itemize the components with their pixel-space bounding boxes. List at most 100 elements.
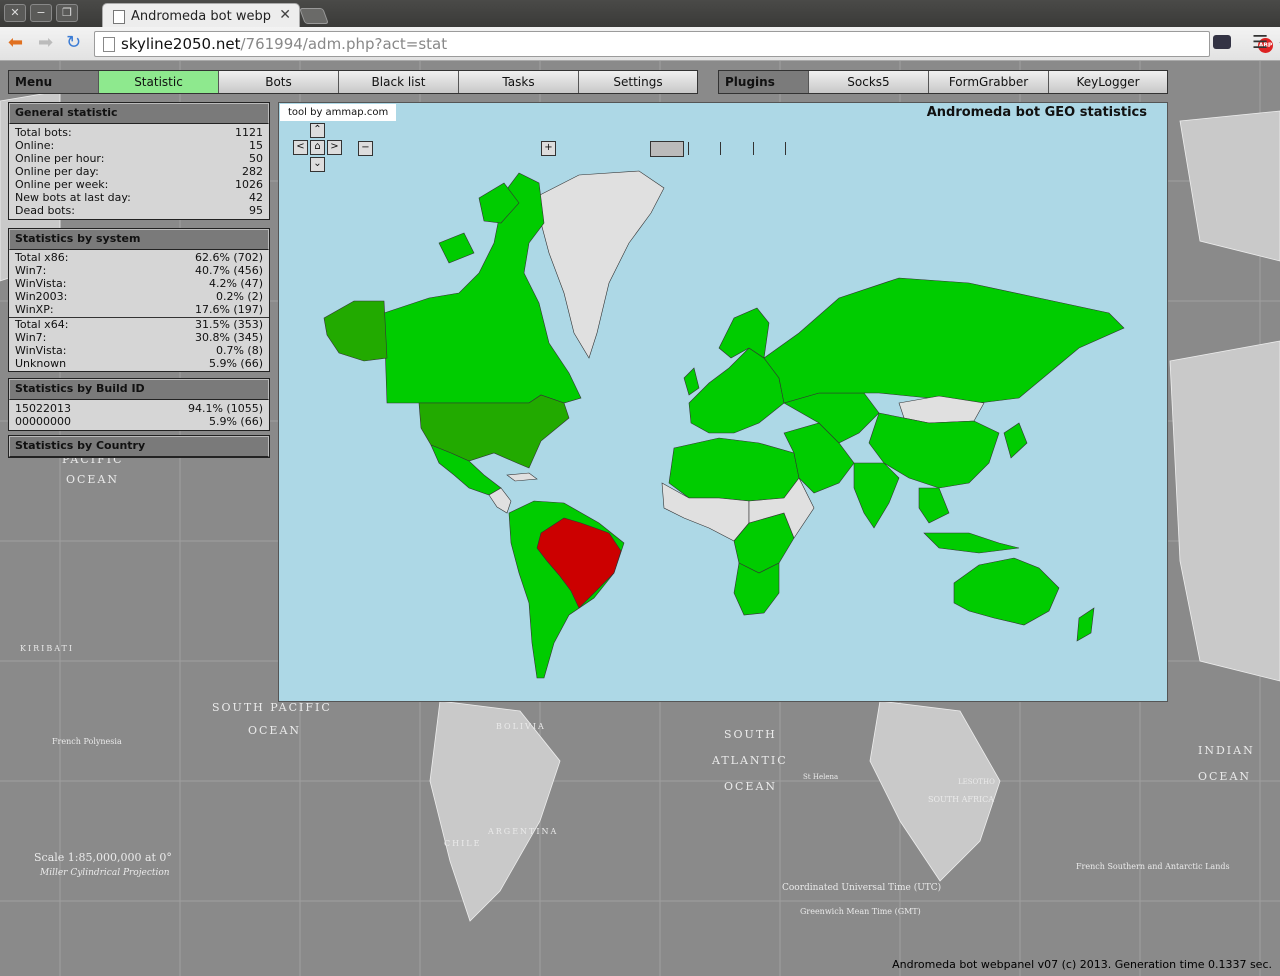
bg-label-south: SOUTH	[724, 728, 777, 741]
back-arrow-icon[interactable]: ⬅	[8, 33, 23, 53]
general-row: New bots at last day: 42	[9, 191, 269, 204]
system-row-value: 0.2% (2)	[215, 290, 263, 303]
bg-label-st-helena: St Helena	[803, 773, 838, 781]
nav-bots[interactable]: Bots	[218, 71, 338, 93]
system-row-value: 40.7% (456)	[194, 264, 263, 277]
build-row-value: 94.1% (1055)	[187, 402, 263, 415]
zoom-tick	[688, 142, 689, 155]
zoom-tick	[720, 142, 721, 155]
ammap-credit-link[interactable]: tool by ammap.com	[280, 104, 397, 121]
general-row-value: 15	[249, 139, 263, 152]
build-statistic-panel: Statistics by Build ID 15022013 94.1% (10…	[8, 378, 270, 431]
forward-arrow-icon[interactable]: ➡	[38, 33, 53, 53]
geo-map-panel[interactable]: tool by ammap.com Andromeda bot GEO stat…	[278, 102, 1168, 702]
system-row-value: 5.9% (66)	[208, 357, 263, 370]
nav-socks5[interactable]: Socks5	[808, 71, 928, 93]
general-row-label: Online per week:	[15, 178, 109, 191]
bg-label-gmt: Greenwich Mean Time (GMT)	[800, 907, 921, 916]
system-statistic-title: Statistics by system	[9, 229, 269, 250]
system-row: Total x64: 31.5% (353)	[9, 317, 269, 331]
browser-toolbar: ⬅ ➡ ↻ skyline2050.net/761994/adm.php?act…	[0, 27, 1280, 61]
bg-label-indian: INDIAN	[1198, 744, 1255, 757]
system-row: Win7: 30.8% (345)	[9, 331, 269, 344]
system-row-value: 62.6% (702)	[194, 251, 263, 264]
pan-left-icon[interactable]: <	[293, 140, 308, 155]
page-icon	[103, 37, 115, 52]
nav-black-list[interactable]: Black list	[338, 71, 458, 93]
browser-menu-icon[interactable]: ☰	[1252, 32, 1268, 53]
pan-right-icon[interactable]: >	[327, 140, 342, 155]
general-row: Dead bots: 95	[9, 204, 269, 217]
minimize-window-icon[interactable]: −	[30, 4, 52, 22]
general-statistic-rows: Total bots: 1121 Online: 15 Online per hour:…	[9, 124, 269, 219]
nav-tasks[interactable]: Tasks	[458, 71, 578, 93]
build-row-value: 5.9% (66)	[208, 415, 263, 428]
system-row-label: WinVista:	[15, 344, 67, 357]
general-row-label: Total bots:	[15, 126, 72, 139]
bg-label-ocean-3: OCEAN	[724, 780, 777, 793]
pan-home-icon[interactable]: ⌂	[310, 140, 325, 155]
general-row-value: 282	[242, 165, 263, 178]
bg-label-polynesia: French Polynesia	[52, 737, 122, 746]
general-row: Online per day: 282	[9, 165, 269, 178]
country-statistic-panel: Statistics by Country	[8, 435, 270, 458]
build-row: 15022013 94.1% (1055)	[9, 402, 269, 415]
bg-label-lesotho: LESOTHO	[958, 778, 995, 786]
address-bar[interactable]: skyline2050.net/761994/adm.php?act=stat …	[94, 31, 1280, 57]
main-menu: Menu Statistic Bots Black list Tasks Set…	[8, 70, 698, 94]
bg-label-south-africa: SOUTH AFRICA	[928, 795, 994, 804]
system-row-label: Win7:	[15, 264, 47, 277]
nav-formgrabber[interactable]: FormGrabber	[928, 71, 1048, 93]
general-row-label: Online per day:	[15, 165, 99, 178]
general-row-label: Online per hour:	[15, 152, 105, 165]
pan-down-icon[interactable]: ⌄	[310, 157, 325, 172]
page-content: PACIFIC OCEAN SOUTH PACIFIC OCEAN SOUTH …	[0, 61, 1280, 976]
system-statistic-rows: Total x86: 62.6% (702) Win7: 40.7% (456) Win…	[9, 250, 269, 371]
url-text[interactable]: skyline2050.net/761994/adm.php?act=stat	[121, 32, 447, 56]
camera-extension-icon[interactable]	[1213, 35, 1231, 49]
general-row-label: Dead bots:	[15, 204, 75, 217]
system-row: WinXP: 17.6% (197)	[9, 303, 269, 316]
zoom-tick	[785, 142, 786, 155]
system-row-label: Total x64:	[15, 318, 69, 331]
zoom-out-button[interactable]: −	[358, 141, 373, 156]
world-map[interactable]	[279, 103, 1167, 701]
system-row-value: 4.2% (47)	[208, 277, 263, 290]
system-statistic-panel: Statistics by system Total x86: 62.6% (70…	[8, 228, 270, 372]
bg-label-argentina: ARGENTINA	[487, 827, 558, 836]
restore-window-icon[interactable]: ❐	[56, 4, 78, 22]
country-statistic-title[interactable]: Statistics by Country	[9, 436, 269, 457]
tab-title: Andromeda bot webpanel	[131, 9, 271, 24]
system-row: Unknown 5.9% (66)	[9, 357, 269, 370]
system-row-value: 30.8% (345)	[194, 331, 263, 344]
general-row: Online per week: 1026	[9, 178, 269, 191]
nav-settings[interactable]: Settings	[578, 71, 697, 93]
browser-tab[interactable]: Andromeda bot webpanel ✕	[102, 3, 300, 28]
bg-label-french-southern: French Southern and Antarctic Lands	[1076, 862, 1230, 871]
menu-label: Menu	[9, 71, 98, 93]
system-row: WinVista: 4.2% (47)	[9, 277, 269, 290]
nav-statistic[interactable]: Statistic	[98, 71, 218, 93]
new-tab-button[interactable]	[299, 8, 329, 24]
zoom-slider[interactable]	[650, 141, 684, 157]
system-row-label: WinVista:	[15, 277, 67, 290]
general-row-label: New bots at last day:	[15, 191, 131, 204]
bg-label-kiribati: KIRIBATI	[20, 644, 74, 653]
tab-close-icon[interactable]: ✕	[279, 7, 291, 23]
nav-keylogger[interactable]: KeyLogger	[1048, 71, 1167, 93]
system-row: WinVista: 0.7% (8)	[9, 344, 269, 357]
close-window-icon[interactable]: ✕	[4, 4, 26, 22]
bg-label-ocean-1: OCEAN	[66, 473, 119, 486]
general-row-value: 42	[249, 191, 263, 204]
bg-label-projection: Miller Cylindrical Projection	[39, 868, 170, 878]
system-row-value: 17.6% (197)	[194, 303, 263, 316]
plugins-menu: Plugins Socks5 FormGrabber KeyLogger	[718, 70, 1168, 94]
system-row-value: 31.5% (353)	[194, 318, 263, 331]
reload-icon[interactable]: ↻	[66, 33, 81, 53]
build-statistic-rows: 15022013 94.1% (1055) 00000000 5.9% (66)	[9, 400, 269, 430]
pan-up-icon[interactable]: ⌃	[310, 123, 325, 138]
general-row: Online: 15	[9, 139, 269, 152]
zoom-in-button[interactable]: +	[541, 141, 556, 156]
bg-label-ocean-4: OCEAN	[1198, 770, 1251, 783]
system-row-label: Unknown	[15, 357, 67, 370]
